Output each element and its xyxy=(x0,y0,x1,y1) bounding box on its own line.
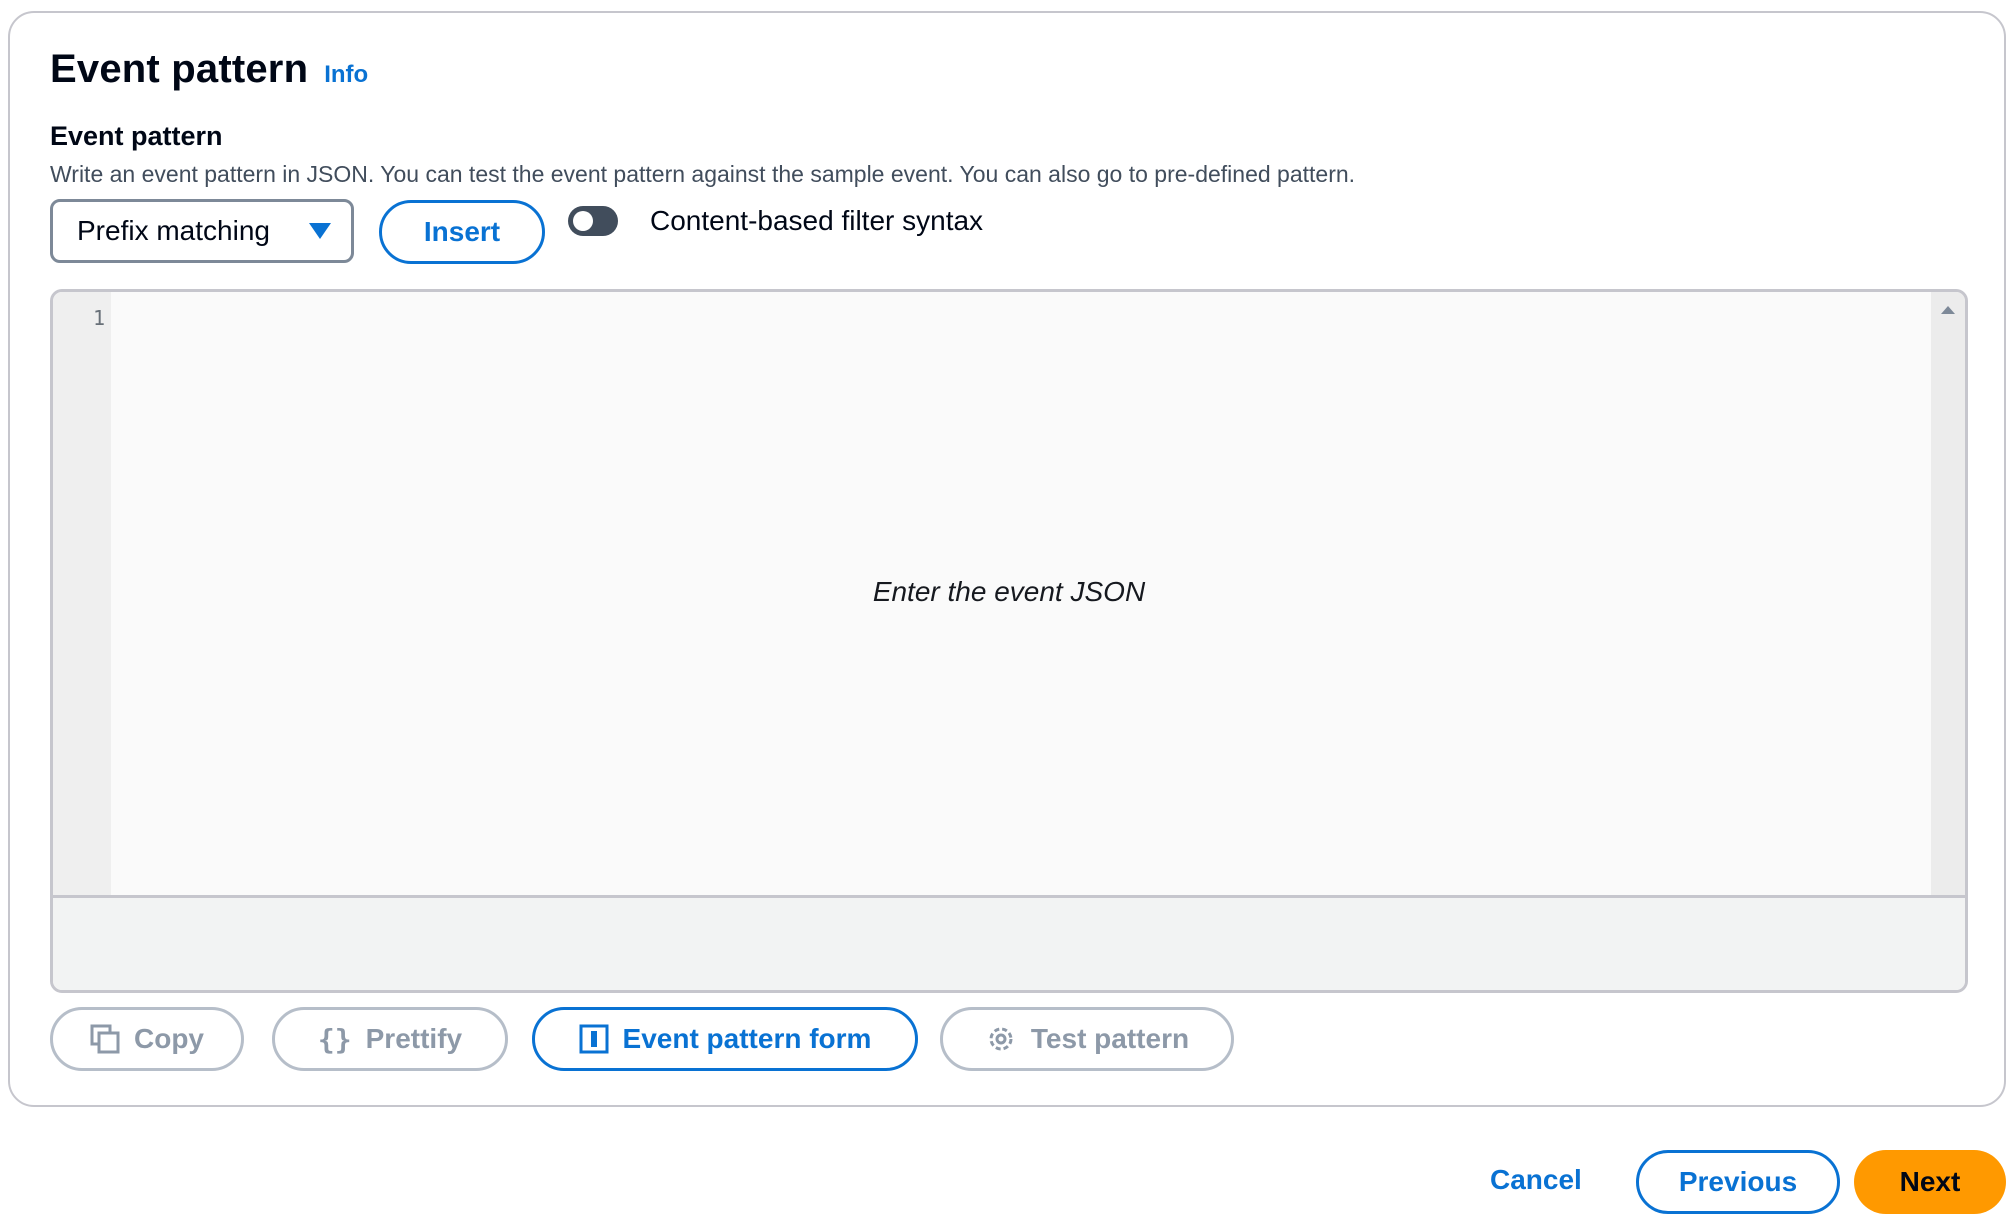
content-filter-toggle[interactable]: Content-based filter syntax xyxy=(568,205,983,237)
next-button[interactable]: Next xyxy=(1854,1150,2006,1214)
matching-type-select[interactable]: Prefix matching xyxy=(50,199,354,263)
event-pattern-form-button[interactable]: Event pattern form xyxy=(532,1007,918,1071)
editor-placeholder: Enter the event JSON xyxy=(872,576,1146,607)
toggle-switch[interactable] xyxy=(568,206,618,236)
braces-icon: {} xyxy=(317,1022,352,1056)
line-number: 1 xyxy=(92,306,105,330)
form-icon xyxy=(579,1024,609,1054)
scroll-up-icon[interactable] xyxy=(1941,306,1955,314)
editor-status-bar xyxy=(53,895,1965,990)
caret-down-icon xyxy=(309,223,331,239)
select-value: Prefix matching xyxy=(77,215,270,246)
test-pattern-button: Test pattern xyxy=(940,1007,1234,1071)
toggle-knob xyxy=(573,211,593,231)
test-pattern-label: Test pattern xyxy=(1030,1023,1190,1054)
prettify-label: Prettify xyxy=(365,1023,463,1054)
event-pattern-form-label: Event pattern form xyxy=(622,1023,872,1054)
field-label: Event pattern xyxy=(50,121,223,151)
panel-title: Event pattern xyxy=(50,47,309,91)
json-editor[interactable]: 1 Enter the event JSON xyxy=(50,289,1968,993)
copy-label: Copy xyxy=(134,1023,204,1054)
copy-button: Copy xyxy=(50,1007,244,1071)
cancel-button[interactable]: Cancel xyxy=(1490,1164,1582,1196)
prettify-button: {} Prettify xyxy=(272,1007,508,1071)
field-description: Write an event pattern in JSON. You can … xyxy=(50,161,1356,187)
toggle-label: Content-based filter syntax xyxy=(650,205,984,236)
panel-header: Event pattern Info xyxy=(50,47,368,92)
previous-button[interactable]: Previous xyxy=(1636,1150,1840,1214)
gear-icon xyxy=(989,1027,1013,1051)
info-link[interactable]: Info xyxy=(324,61,368,89)
insert-button[interactable]: Insert xyxy=(379,200,545,264)
copy-icon xyxy=(90,1024,120,1054)
event-pattern-panel: Event pattern Info Event pattern Write a… xyxy=(8,11,2006,1107)
